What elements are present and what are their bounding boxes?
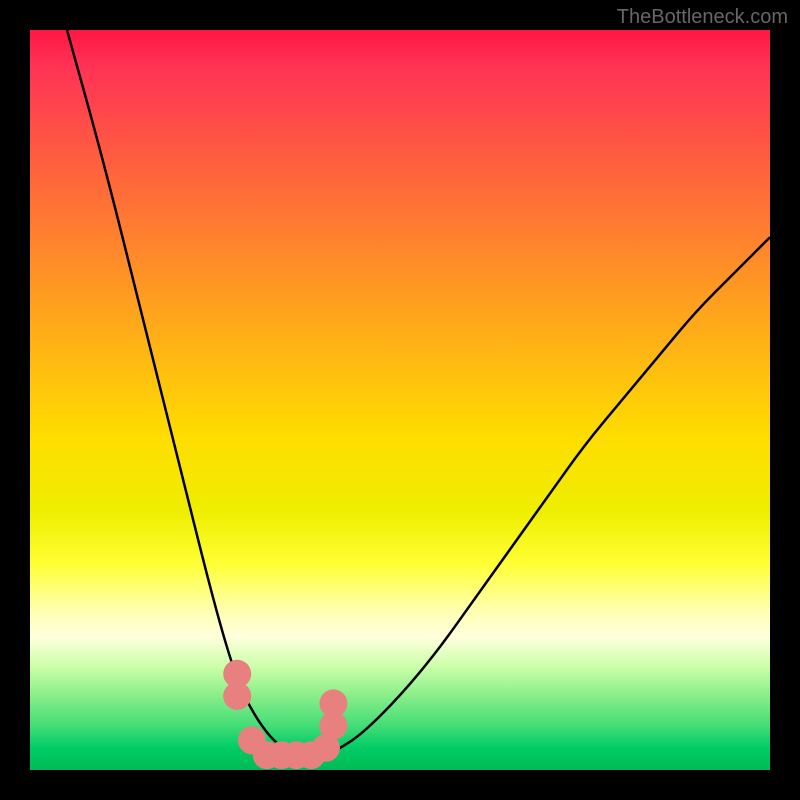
data-point-marker [319,689,347,717]
data-point-marker [223,682,251,710]
bottleneck-chart [30,30,770,770]
data-point-markers [223,660,347,769]
bottleneck-curve-line [67,30,770,755]
watermark-text: TheBottleneck.com [617,6,788,29]
